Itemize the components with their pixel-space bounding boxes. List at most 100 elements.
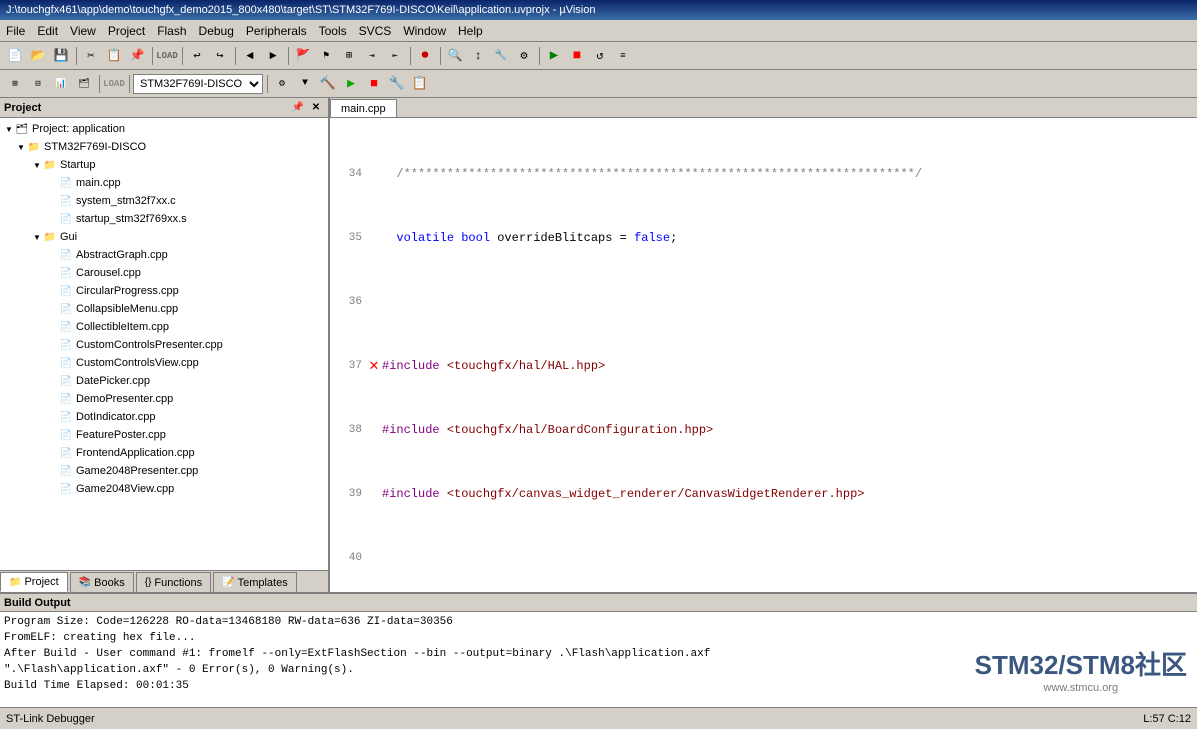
tab-project[interactable]: 📁 Project [0,572,68,592]
expand-startup-icon[interactable]: ▼ [32,161,42,170]
bookmark-btn[interactable]: 🚩 [292,45,314,67]
menu-view[interactable]: View [64,22,102,40]
copy-button[interactable]: 📋 [103,45,125,67]
sep1 [73,45,79,67]
tree-game2048view[interactable]: 📄 Game2048View.cpp [0,480,328,498]
tree-customcontrolspresenter[interactable]: 📄 CustomControlsPresenter.cpp [0,336,328,354]
settings-btn[interactable]: ⚙ [513,45,535,67]
outdent-btn[interactable]: ⇤ [384,45,406,67]
nav-fwd-button[interactable]: ► [262,45,284,67]
tree-frontendapplication[interactable]: 📄 FrontendApplication.cpp [0,444,328,462]
tree-main-cpp[interactable]: 📄 main.cpp [0,174,328,192]
reset-btn[interactable]: ↺ [589,45,611,67]
project-panel-title: Project [4,102,41,114]
undo-button[interactable]: ↩ [186,45,208,67]
redo-button[interactable]: ↪ [209,45,231,67]
menu-tools[interactable]: Tools [313,22,353,40]
tree-circularprogress[interactable]: 📄 CircularProgress.cpp [0,282,328,300]
cut-button[interactable]: ✂ [80,45,102,67]
tree-datepicker[interactable]: 📄 DatePicker.cpp [0,372,328,390]
tree-gui[interactable]: ▼ 📁 Gui [0,228,328,246]
tb2-btn3[interactable]: 📊 [50,73,72,95]
stop-btn[interactable]: ■ [566,45,588,67]
tree-startup[interactable]: ▼ 📁 Startup [0,156,328,174]
tree-customcontrolsview-label: CustomControlsView.cpp [76,357,199,369]
menu-window[interactable]: Window [397,22,452,40]
tree-featureposter[interactable]: 📄 FeaturePoster.cpp [0,426,328,444]
save-button[interactable]: 💾 [50,45,72,67]
project-panel: Project 📌 ✕ ▼ 🗂 Project: application ▼ 📁… [0,98,330,592]
tree-collectibleitem[interactable]: 📄 CollectibleItem.cpp [0,318,328,336]
build-btn[interactable]: ⏺ [414,45,436,67]
code-editor[interactable]: 34 /************************************… [330,118,1197,592]
tree-customcontrolsview[interactable]: 📄 CustomControlsView.cpp [0,354,328,372]
project-icon: 🗂 [14,121,30,137]
indent-btn[interactable]: ⇥ [361,45,383,67]
tree-stm32[interactable]: ▼ 📁 STM32F769I-DISCO [0,138,328,156]
tree-system-c[interactable]: 📄 system_stm32f7xx.c [0,192,328,210]
tree-startup-s[interactable]: 📄 startup_stm32f769xx.s [0,210,328,228]
open-button[interactable]: 📂 [27,45,49,67]
panel-close-btn[interactable]: ✕ [308,100,324,116]
expand-stm32-icon[interactable]: ▼ [16,143,26,152]
tb2-arrow-btn[interactable]: ▼ [294,73,316,95]
startup-s-icon: 📄 [58,211,74,227]
menu-debug[interactable]: Debug [193,22,240,40]
tb2-build2-btn[interactable]: 🔨 [317,73,339,95]
misc-btn1[interactable]: ≡ [612,45,634,67]
tb2-run2-btn[interactable]: ▶ [340,73,362,95]
tab-functions[interactable]: {} Functions [136,572,211,592]
code-line-34: 34 /************************************… [330,166,1197,182]
target-select[interactable]: STM32F769I-DISCO [133,74,263,94]
tab-templates[interactable]: 📝 Templates [213,572,297,592]
tree-carousel-label: Carousel.cpp [76,267,141,279]
tb2-btn4[interactable]: 🗂 [73,73,95,95]
tree-root[interactable]: ▼ 🗂 Project: application [0,120,328,138]
tree-frontendapplication-label: FrontendApplication.cpp [76,447,195,459]
game2048view-icon: 📄 [58,481,74,497]
status-bar: ST-Link Debugger L:57 C:12 [0,707,1197,729]
expand-root-icon[interactable]: ▼ [4,125,14,134]
tree-carousel[interactable]: 📄 Carousel.cpp [0,264,328,282]
replace-btn[interactable]: ↕ [467,45,489,67]
tb2-btn1[interactable]: ⊞ [4,73,26,95]
menu-flash[interactable]: Flash [151,22,192,40]
load-btn[interactable]: LOAD [156,45,178,67]
menu-help[interactable]: Help [452,22,489,40]
tree-dotindicator-label: DotIndicator.cpp [76,411,156,423]
editor-tab-main-cpp[interactable]: main.cpp [330,99,397,117]
menu-peripherals[interactable]: Peripherals [240,22,313,40]
panel-pin-btn[interactable]: 📌 [290,100,306,116]
tb2-opts-btn[interactable]: ⚙ [271,73,293,95]
tree-demopresenter[interactable]: 📄 DemoPresenter.cpp [0,390,328,408]
dbg-btn[interactable]: 🔧 [490,45,512,67]
tree-root-label: Project: application [32,123,125,135]
expand-gui-icon[interactable]: ▼ [32,233,42,242]
tb2-stop2-btn[interactable]: ■ [363,73,385,95]
editor-tab-bar: main.cpp [330,98,1197,118]
tb2-btn2[interactable]: ⊟ [27,73,49,95]
bookmark2-btn[interactable]: ⚑ [315,45,337,67]
tb2-misc2-btn[interactable]: 📋 [409,73,431,95]
tree-dotindicator[interactable]: 📄 DotIndicator.cpp [0,408,328,426]
tb2-misc1-btn[interactable]: 🔧 [386,73,408,95]
tree-collapsiblemenu[interactable]: 📄 CollapsibleMenu.cpp [0,300,328,318]
menu-svcs[interactable]: SVCS [353,22,398,40]
run-btn[interactable]: ▶ [543,45,565,67]
tab-books[interactable]: 📚 Books [70,572,134,592]
search-btn[interactable]: 🔍 [444,45,466,67]
bookmark3-btn[interactable]: ⊞ [338,45,360,67]
menu-edit[interactable]: Edit [31,22,64,40]
menu-project[interactable]: Project [102,22,151,40]
tree-abstractgraph[interactable]: 📄 AbstractGraph.cpp [0,246,328,264]
startup-folder-icon: 📁 [42,157,58,173]
code-area[interactable]: 34 /************************************… [330,118,1197,592]
sep9 [96,73,102,95]
tb2-load-btn[interactable]: LOAD [103,73,125,95]
tree-game2048presenter[interactable]: 📄 Game2048Presenter.cpp [0,462,328,480]
nav-back-button[interactable]: ◄ [239,45,261,67]
menu-file[interactable]: File [0,22,31,40]
sep7 [437,45,443,67]
new-file-button[interactable]: 📄 [4,45,26,67]
paste-button[interactable]: 📌 [126,45,148,67]
